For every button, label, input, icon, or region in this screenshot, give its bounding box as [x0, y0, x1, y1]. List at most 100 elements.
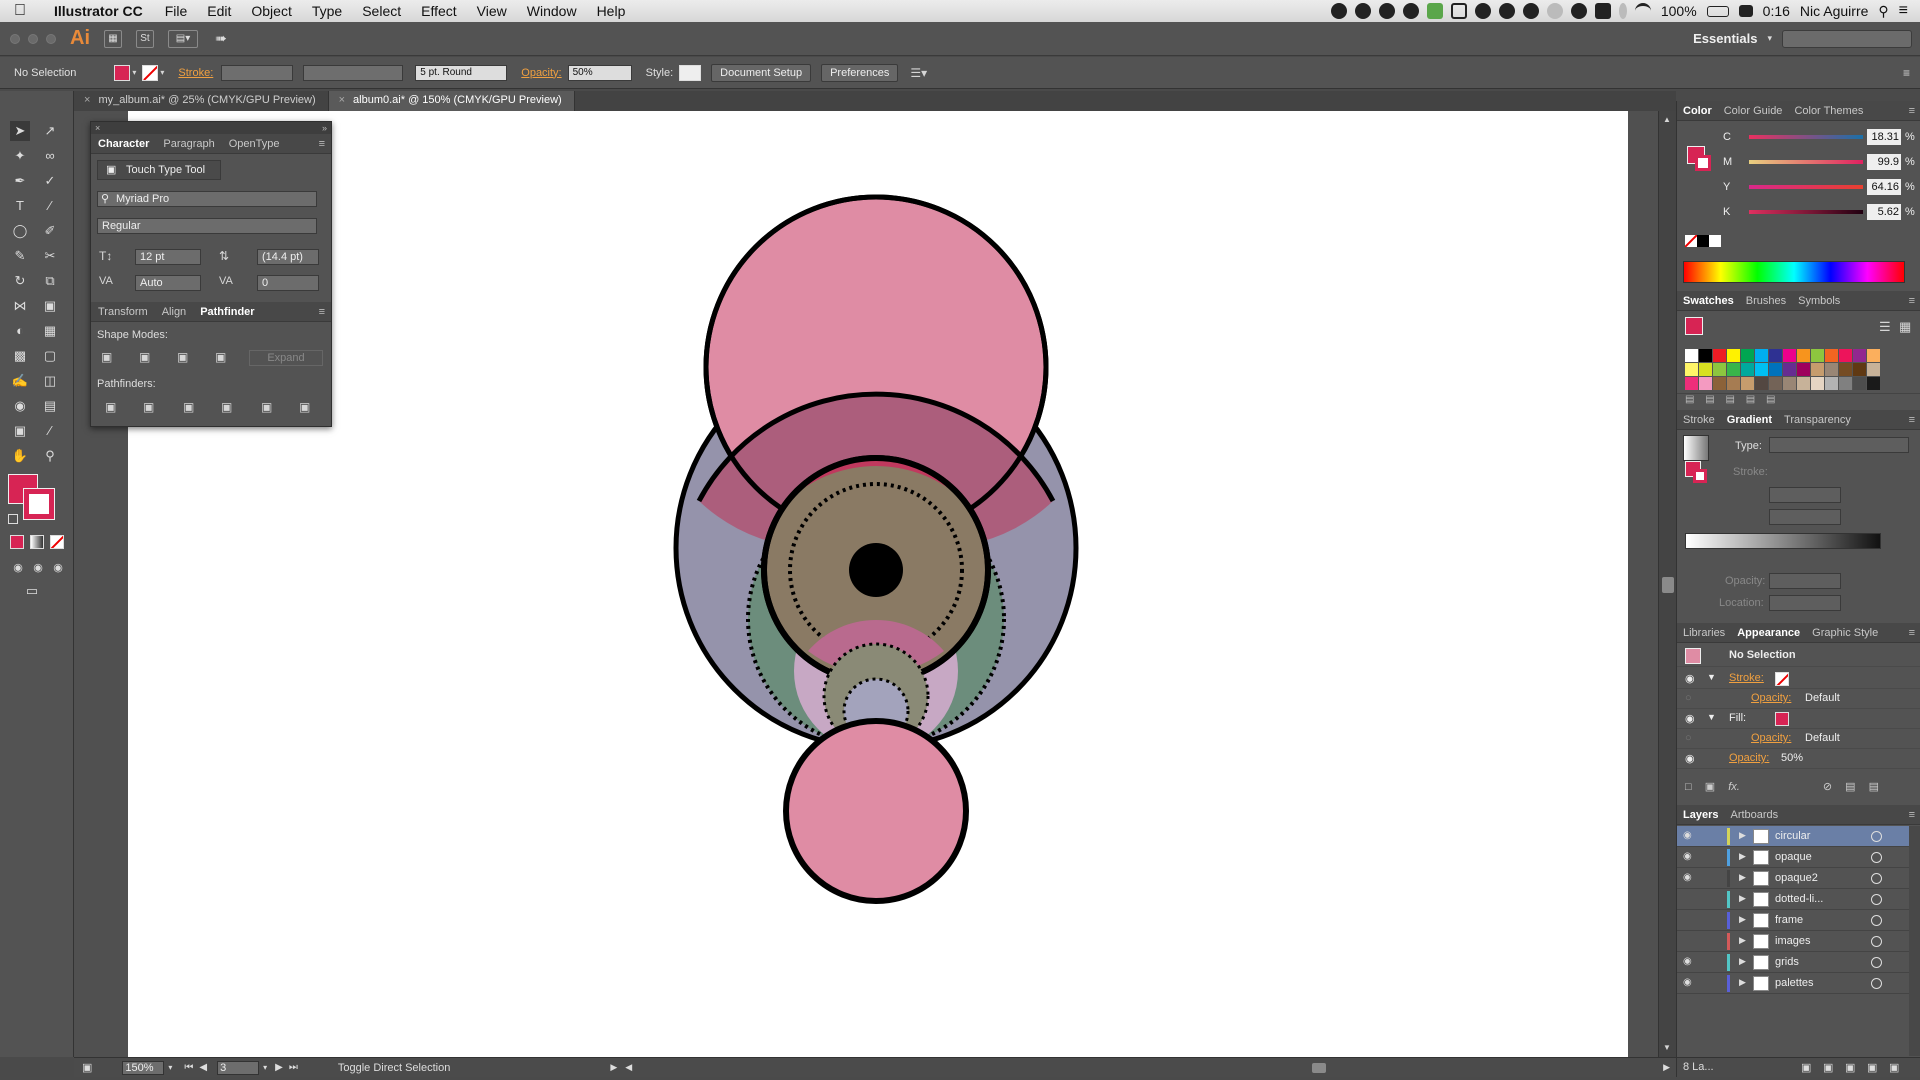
kerning-field[interactable]: Auto	[135, 275, 201, 291]
none-color-icon[interactable]	[1685, 235, 1697, 247]
swatch-cell[interactable]	[1867, 363, 1880, 376]
layer-name[interactable]: dotted-li...	[1775, 893, 1823, 905]
add-stroke-icon[interactable]: □	[1685, 781, 1692, 793]
leading-field[interactable]: (14.4 pt)	[257, 249, 319, 265]
artboard[interactable]	[128, 111, 1628, 1057]
square-icon[interactable]	[1450, 3, 1467, 19]
wifi-icon[interactable]	[1634, 3, 1651, 19]
app-name[interactable]: Illustrator CC	[40, 3, 155, 19]
panel-menu-icon[interactable]: ≡	[1903, 66, 1910, 80]
tab-symbols[interactable]: Symbols	[1792, 295, 1846, 307]
tab-swatches[interactable]: Swatches	[1677, 295, 1740, 307]
gradient-location-field[interactable]	[1769, 595, 1841, 611]
expand-arrow-icon[interactable]: ▼	[1707, 712, 1716, 722]
eye-icon[interactable]	[1683, 893, 1697, 905]
swatch-cell[interactable]	[1853, 377, 1866, 390]
swatch-cell[interactable]	[1811, 363, 1824, 376]
panel-menu-icon[interactable]: ≡	[1909, 414, 1920, 426]
eye-icon[interactable]: ◉	[1683, 830, 1697, 842]
fill-swatch[interactable]	[114, 64, 131, 81]
scroll-thumb[interactable]	[1662, 577, 1674, 593]
swatch-cell[interactable]	[1797, 377, 1810, 390]
layer-row[interactable]: ◉ ▶ opaque	[1677, 847, 1909, 868]
scale-tool-icon[interactable]: ⧉	[40, 271, 60, 291]
artboard-tool-icon[interactable]: ▣	[10, 421, 30, 441]
variable-width-profile[interactable]	[303, 64, 404, 81]
document-setup-button[interactable]: Document Setup	[711, 63, 812, 82]
swatch-cell[interactable]	[1853, 349, 1866, 362]
gradient-slider[interactable]	[1685, 533, 1881, 549]
eye-icon[interactable]: ◉	[1685, 712, 1695, 725]
creative-cloud-icon[interactable]	[1498, 3, 1515, 19]
none-mode-icon[interactable]	[50, 535, 64, 549]
swatch-grid[interactable]	[1685, 349, 1880, 390]
tab-transform[interactable]: Transform	[91, 306, 155, 318]
minus-back-icon[interactable]: ▣	[299, 400, 310, 414]
layer-name[interactable]: frame	[1775, 914, 1803, 926]
lasso-tool-icon[interactable]: ∞	[40, 146, 60, 166]
swatch-cell[interactable]	[1741, 363, 1754, 376]
next-artboard-icon[interactable]: ▶	[275, 1062, 283, 1073]
layer-name[interactable]: opaque	[1775, 851, 1812, 863]
layer-name[interactable]: circular	[1775, 830, 1810, 842]
pen-tool-icon[interactable]: ✒	[10, 171, 30, 191]
maximize-window-button[interactable]	[46, 33, 56, 44]
cloud-icon[interactable]	[1402, 3, 1419, 19]
scroll-down-icon[interactable]: ▼	[1663, 1043, 1671, 1052]
bluetooth-icon[interactable]	[1618, 3, 1627, 19]
gradient-opacity-field[interactable]	[1769, 573, 1841, 589]
black-color-icon[interactable]	[1697, 235, 1709, 247]
swatch-cell[interactable]	[1699, 377, 1712, 390]
layers-scrollbar[interactable]	[1909, 826, 1920, 1056]
appearance-stroke-opacity-row[interactable]: ○ Opacity: Default	[1677, 689, 1920, 709]
drive-icon[interactable]	[1354, 3, 1371, 19]
type-tool-icon[interactable]: T	[10, 196, 30, 216]
font-family-field[interactable]: ⚲ Myriad Pro	[97, 191, 317, 207]
scroll-right-icon[interactable]: ▶	[1663, 1062, 1670, 1073]
tab-paragraph[interactable]: Paragraph	[156, 138, 221, 150]
cyan-slider[interactable]: C 18.31 %	[1677, 129, 1920, 147]
black-value[interactable]: 5.62	[1867, 204, 1901, 220]
target-icon[interactable]	[1871, 873, 1882, 884]
menu-type[interactable]: Type	[302, 3, 352, 19]
scroll-up-icon[interactable]: ▲	[1663, 115, 1671, 124]
cyan-value[interactable]: 18.31	[1867, 129, 1901, 145]
ellipse-tool-icon[interactable]: ◯	[10, 221, 30, 241]
tab-character[interactable]: Character	[91, 138, 156, 150]
layer-row[interactable]: ◉ ▶ opaque2	[1677, 868, 1909, 889]
menu-edit[interactable]: Edit	[197, 3, 241, 19]
swatch-cell[interactable]	[1811, 377, 1824, 390]
swatch-cell[interactable]	[1713, 349, 1726, 362]
swatch-cell[interactable]	[1811, 349, 1824, 362]
gradient-preview[interactable]	[1683, 435, 1709, 461]
add-effect-button[interactable]: fx.	[1728, 781, 1740, 793]
appearance-fill-row[interactable]: ◉ ▼ Fill:	[1677, 709, 1920, 729]
delete-layer-icon[interactable]: ▣	[1889, 1061, 1899, 1074]
tab-graphic-style[interactable]: Graphic Style	[1806, 627, 1884, 639]
swatch-cell[interactable]	[1783, 377, 1796, 390]
magenta-bar[interactable]	[1749, 160, 1863, 164]
grid-view-icon[interactable]: ▦	[1899, 319, 1911, 335]
artboard-nav-icon[interactable]: ▣	[82, 1061, 92, 1074]
swatch-cell[interactable]	[1727, 349, 1740, 362]
swatch-cell[interactable]	[1825, 377, 1838, 390]
chevron-down-icon[interactable]: ▾	[160, 68, 164, 77]
stroke-row-label[interactable]: Stroke:	[1729, 672, 1764, 684]
tab-layers[interactable]: Layers	[1677, 809, 1724, 821]
object-opacity-label[interactable]: Opacity:	[1729, 752, 1769, 764]
color-mode-icon[interactable]	[10, 535, 24, 549]
arrange-documents-button[interactable]: ▤▾	[168, 29, 198, 48]
swatch-cell[interactable]	[1825, 363, 1838, 376]
swatch-cell[interactable]	[1741, 349, 1754, 362]
menu-object[interactable]: Object	[241, 3, 301, 19]
swatch-cell[interactable]	[1839, 363, 1852, 376]
tab-transparency[interactable]: Transparency	[1778, 414, 1857, 426]
eye-icon[interactable]: ◉	[1683, 956, 1697, 968]
gradient-angle-field[interactable]	[1769, 487, 1841, 503]
expand-arrow-icon[interactable]: ▶	[1739, 893, 1746, 904]
eyedropper-tool-icon[interactable]: ✍	[10, 371, 30, 391]
swatch-cell[interactable]	[1825, 349, 1838, 362]
graphic-style-picker[interactable]	[679, 64, 702, 81]
yellow-bar[interactable]	[1749, 185, 1863, 189]
divide-icon[interactable]: ▣	[105, 400, 116, 414]
